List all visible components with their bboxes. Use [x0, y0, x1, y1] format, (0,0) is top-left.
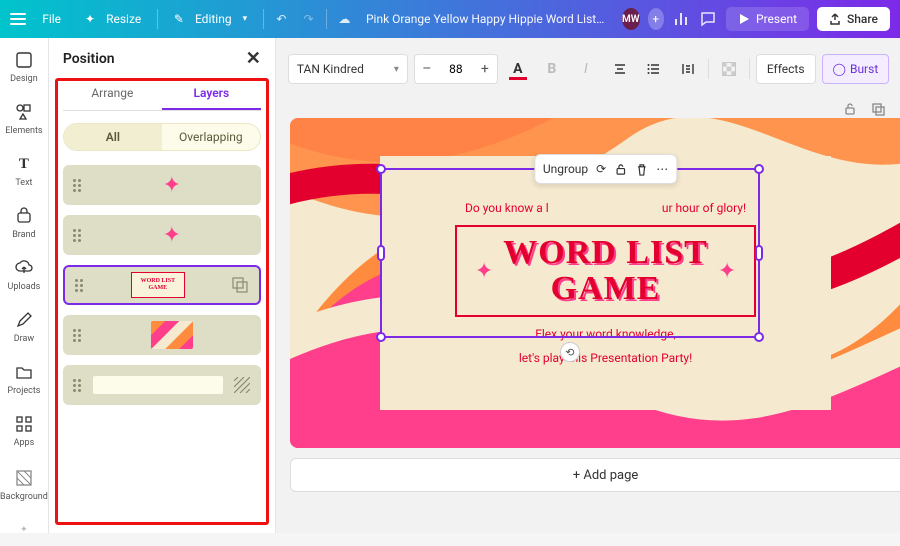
rail-projects[interactable]: Projects	[0, 356, 48, 406]
italic-icon[interactable]: I	[572, 55, 600, 83]
rail-text[interactable]: TText	[0, 148, 48, 198]
analytics-icon[interactable]	[672, 6, 691, 32]
cloud-sync-icon[interactable]: ☁	[335, 6, 354, 32]
burst-button[interactable]: ◯Burst	[822, 54, 890, 84]
font-size-decrease[interactable]: –	[415, 55, 439, 83]
font-picker[interactable]: TAN Kindred▾	[288, 54, 408, 84]
effects-button[interactable]: Effects	[756, 54, 816, 84]
resize-menu[interactable]: ✦ Resize	[77, 8, 149, 30]
position-panel: Position ✕ Arrange Layers All Overlappin…	[49, 38, 276, 533]
left-rail: Design Elements TText Brand Uploads Draw…	[0, 38, 49, 533]
canvas-area: TAN Kindred▾ – 88 + A B I Effects ◯Burst…	[276, 38, 900, 533]
page-actions	[841, 100, 900, 118]
document-title[interactable]: Pink Orange Yellow Happy Hippie Word Lis…	[366, 12, 606, 26]
font-size-stepper: – 88 +	[414, 54, 498, 84]
rail-magic[interactable]: ✦	[0, 514, 48, 546]
add-page-button[interactable]: + Add page	[290, 458, 900, 492]
resize-handle[interactable]	[376, 332, 386, 342]
rail-design[interactable]: Design	[0, 44, 48, 94]
align-icon[interactable]	[606, 55, 634, 83]
sync-icon[interactable]: ⟳	[596, 162, 606, 176]
share-button[interactable]: Share	[817, 7, 890, 31]
resize-handle[interactable]	[755, 245, 763, 261]
rail-uploads[interactable]: Uploads	[0, 252, 48, 302]
rail-draw[interactable]: Draw	[0, 304, 48, 354]
resize-handle[interactable]	[754, 332, 764, 342]
chevron-down-icon: ▾	[394, 64, 399, 75]
rail-apps[interactable]: Apps	[0, 408, 48, 458]
canvas-stage[interactable]: Do you know a l xxxxxxxxxxxxxxxxxx ur ho…	[290, 118, 900, 448]
more-icon[interactable]: ⋯	[656, 162, 668, 176]
resize-handle[interactable]	[376, 164, 386, 174]
file-menu[interactable]: File	[34, 8, 69, 30]
rail-brand[interactable]: Brand	[0, 200, 48, 250]
panel-title: Position	[63, 51, 115, 67]
context-toolbar: TAN Kindred▾ – 88 + A B I Effects ◯Burst…	[288, 48, 900, 90]
menu-icon[interactable]	[10, 8, 26, 30]
bold-icon[interactable]: B	[538, 55, 566, 83]
duplicate-icon[interactable]	[869, 100, 887, 118]
lock-icon[interactable]	[841, 100, 859, 118]
floating-toolbar: Ungroup ⟳ ⋯	[534, 154, 677, 184]
more-icon[interactable]: ⋯	[895, 55, 900, 83]
present-button[interactable]: Present	[726, 7, 809, 31]
ungroup-button[interactable]: Ungroup	[543, 162, 588, 176]
resize-handle[interactable]	[377, 245, 385, 261]
trash-icon[interactable]	[635, 163, 648, 176]
close-icon[interactable]: ✕	[246, 50, 261, 68]
spacing-icon[interactable]	[674, 55, 702, 83]
undo-icon[interactable]: ↶	[272, 6, 291, 32]
top-toolbar: File ✦ Resize ✎ Editing ▾ ↶ ↷ ☁ Pink Ora…	[0, 0, 900, 38]
avatar[interactable]: MW	[622, 8, 640, 30]
highlight-frame	[55, 78, 269, 525]
font-size-increase[interactable]: +	[473, 55, 497, 83]
resize-handle[interactable]	[754, 164, 764, 174]
rail-elements[interactable]: Elements	[0, 96, 48, 146]
editing-menu[interactable]: ✎ Editing ▾	[166, 8, 255, 30]
font-size-value[interactable]: 88	[439, 62, 473, 76]
selection-bounds[interactable]: ⟲	[380, 168, 760, 338]
redo-icon[interactable]: ↷	[299, 6, 318, 32]
add-member-icon[interactable]: +	[648, 8, 664, 30]
lock-icon[interactable]	[614, 163, 627, 176]
list-icon[interactable]	[640, 55, 668, 83]
tagline-line3: let's play this Presentation Party!	[519, 351, 692, 365]
comment-icon[interactable]	[699, 6, 718, 32]
rotate-handle[interactable]: ⟲	[560, 342, 580, 362]
rail-background[interactable]: Background	[0, 462, 48, 512]
font-color-icon[interactable]: A	[504, 55, 532, 83]
transparency-icon[interactable]	[715, 55, 743, 83]
